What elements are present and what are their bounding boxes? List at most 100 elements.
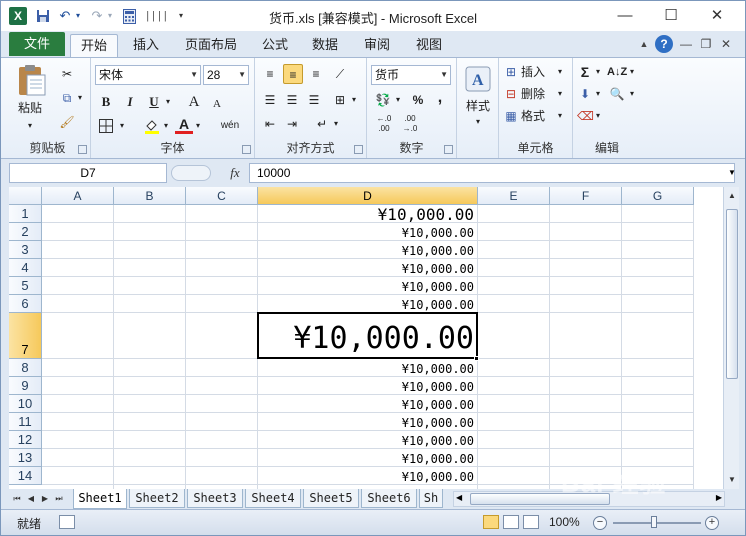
row-header-2[interactable]: 2: [9, 223, 42, 241]
vertical-scrollbar[interactable]: ▲ ▼: [723, 187, 739, 489]
row-header-4[interactable]: 4: [9, 259, 42, 277]
font-name-combo[interactable]: 宋体 ▼: [95, 65, 201, 85]
orientation-icon[interactable]: ⟋: [331, 64, 349, 84]
row-header-7[interactable]: 7: [9, 313, 42, 359]
scroll-down-icon[interactable]: ▼: [725, 473, 739, 487]
clipboard-launcher-icon[interactable]: [78, 145, 87, 154]
delete-dropdown-icon[interactable]: ▾: [555, 84, 565, 104]
paste-dropdown-icon[interactable]: ▾: [11, 116, 49, 136]
copy-dropdown-icon[interactable]: ▾: [75, 88, 85, 108]
cell-d2[interactable]: ¥10,000.00: [258, 223, 474, 241]
row-header-5[interactable]: 5: [9, 277, 42, 295]
macro-record-icon[interactable]: [59, 515, 75, 529]
help-icon[interactable]: ?: [655, 35, 673, 53]
align-bottom-icon[interactable]: ≡: [307, 64, 325, 84]
cell-d14[interactable]: ¥10,000.00: [258, 467, 474, 485]
workbook-restore-icon[interactable]: ❐: [697, 35, 715, 53]
find-dropdown-icon[interactable]: ▾: [627, 84, 637, 104]
copy-icon[interactable]: ⧉: [57, 88, 77, 108]
row-header-9[interactable]: 9: [9, 377, 42, 395]
tab-home[interactable]: 开始: [70, 34, 118, 57]
phonetic-guide-button[interactable]: wén: [217, 116, 243, 136]
tab-view[interactable]: 视图: [411, 34, 447, 57]
row-header-14[interactable]: 14: [9, 467, 42, 485]
cell-d1[interactable]: ¥10,000.00: [258, 205, 474, 223]
percent-style-button[interactable]: %: [409, 90, 427, 110]
autosum-button[interactable]: Σ: [577, 62, 593, 82]
normal-view-button[interactable]: [483, 515, 499, 529]
scroll-right-icon[interactable]: ▶: [716, 493, 722, 502]
sheet-tab-6[interactable]: Sheet6: [361, 489, 417, 508]
merge-center-icon[interactable]: ⊞: [331, 90, 349, 110]
cell-d10[interactable]: ¥10,000.00: [258, 395, 474, 413]
tab-data[interactable]: 数据: [307, 34, 343, 57]
sheet-tab-3[interactable]: Sheet3: [187, 489, 243, 508]
italic-button[interactable]: I: [121, 92, 139, 112]
sort-filter-icon[interactable]: A↓Z: [607, 62, 627, 82]
font-size-combo[interactable]: 28 ▼: [203, 65, 249, 85]
page-break-view-button[interactable]: [523, 515, 539, 529]
align-right-icon[interactable]: ☰: [305, 90, 323, 110]
font-color-dropdown-icon[interactable]: ▾: [193, 116, 203, 136]
borders-dropdown-icon[interactable]: ▾: [117, 116, 127, 136]
name-box[interactable]: D7: [9, 163, 167, 183]
grow-font-button[interactable]: A: [185, 92, 203, 112]
cell-d13[interactable]: ¥10,000.00: [258, 449, 474, 467]
cell-d9[interactable]: ¥10,000.00: [258, 377, 474, 395]
column-header-f[interactable]: F: [550, 187, 622, 205]
insert-cells-label[interactable]: 插入: [521, 62, 555, 82]
workbook-close-icon[interactable]: ✕: [717, 35, 735, 53]
align-center-icon[interactable]: ☰: [283, 90, 301, 110]
align-middle-icon[interactable]: ≡: [283, 64, 303, 84]
format-cells-label[interactable]: 格式: [521, 106, 555, 126]
zoom-in-button[interactable]: +: [705, 516, 719, 530]
alignment-launcher-icon[interactable]: [354, 145, 363, 154]
decrease-indent-icon[interactable]: ⇤: [261, 114, 279, 134]
last-sheet-icon[interactable]: ⏭: [53, 492, 65, 506]
styles-icon[interactable]: A: [463, 64, 493, 94]
cell-d4[interactable]: ¥10,000.00: [258, 259, 474, 277]
column-header-c[interactable]: C: [186, 187, 258, 205]
fill-color-icon[interactable]: [143, 116, 161, 136]
currency-dropdown-icon[interactable]: ▾: [393, 90, 403, 110]
cell-d3[interactable]: ¥10,000.00: [258, 241, 474, 259]
sort-dropdown-icon[interactable]: ▾: [627, 62, 637, 82]
column-header-g[interactable]: G: [622, 187, 694, 205]
cut-icon[interactable]: ✂: [57, 64, 77, 84]
underline-button[interactable]: U: [145, 92, 163, 112]
fill-icon[interactable]: ⬇: [577, 84, 593, 104]
row-header-6[interactable]: 6: [9, 295, 42, 313]
align-top-icon[interactable]: ≡: [261, 64, 279, 84]
row-header-8[interactable]: 8: [9, 359, 42, 377]
autosum-dropdown-icon[interactable]: ▾: [593, 62, 603, 82]
increase-decimal-icon[interactable]: ←.0.00: [373, 114, 395, 134]
insert-function-icon[interactable]: fx: [226, 163, 244, 183]
tab-file[interactable]: 文件: [9, 32, 65, 56]
increase-indent-icon[interactable]: ⇥: [283, 114, 301, 134]
sheet-tab-4[interactable]: Sheet4: [245, 489, 301, 508]
font-color-button[interactable]: A: [175, 114, 193, 134]
vertical-scroll-thumb[interactable]: [726, 209, 738, 379]
sheet-tab-2[interactable]: Sheet2: [129, 489, 185, 508]
delete-cells-label[interactable]: 删除: [521, 84, 555, 104]
sheet-tab-1[interactable]: Sheet1: [73, 489, 127, 509]
zoom-out-button[interactable]: −: [593, 516, 607, 530]
sheet-tab-5[interactable]: Sheet5: [303, 489, 359, 508]
insert-dropdown-icon[interactable]: ▾: [555, 62, 565, 82]
fill-handle[interactable]: [474, 356, 479, 361]
prev-sheet-icon[interactable]: ◀: [25, 492, 37, 506]
tab-insert[interactable]: 插入: [127, 34, 165, 57]
borders-icon[interactable]: [95, 116, 117, 136]
number-launcher-icon[interactable]: [444, 145, 453, 154]
formula-bar-resizer[interactable]: [171, 165, 211, 181]
workbook-minimize-icon[interactable]: —: [677, 35, 695, 53]
column-header-d[interactable]: D: [258, 187, 478, 205]
minimize-ribbon-icon[interactable]: ▲: [635, 35, 653, 53]
format-dropdown-icon[interactable]: ▾: [555, 106, 565, 126]
column-header-a[interactable]: A: [42, 187, 114, 205]
wrap-text-icon[interactable]: ↵: [313, 114, 331, 134]
row-header-13[interactable]: 13: [9, 449, 42, 467]
shrink-font-button[interactable]: A: [209, 94, 225, 114]
clear-icon[interactable]: ⌫: [577, 106, 594, 126]
minimize-button[interactable]: —: [605, 3, 645, 29]
